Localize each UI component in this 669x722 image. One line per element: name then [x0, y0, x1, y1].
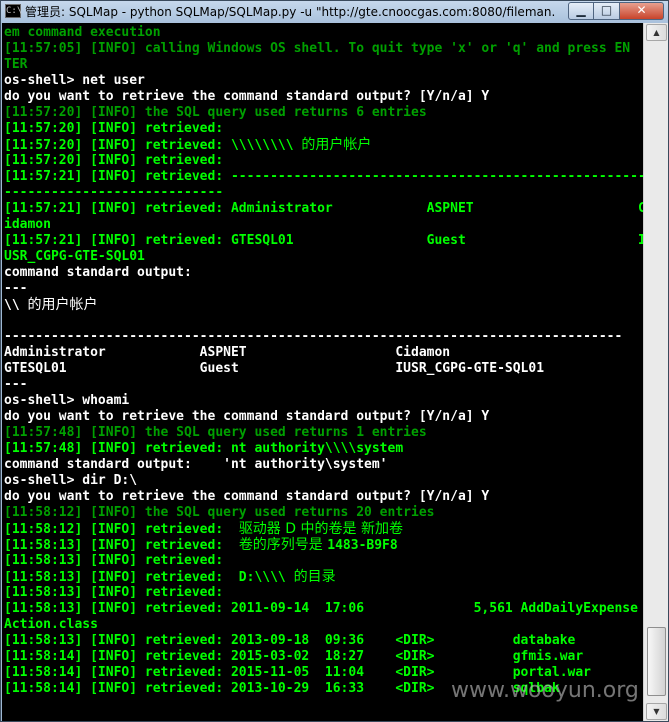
console-line-text: [11:58:13] [INFO] retrieved: [4, 553, 224, 568]
console-line: --- [4, 281, 27, 297]
console-line-text: \\ [4, 298, 28, 313]
console-line-text: USR_CGPG-GTE-SQL01 [4, 249, 145, 264]
console-line-text: idamon [4, 217, 51, 232]
scroll-down-arrow-icon[interactable]: ▼ [646, 703, 667, 720]
console-line: ---------------------------- [4, 185, 223, 201]
console-line: do you want to retrieve the command stan… [4, 409, 489, 425]
console-line: [11:58:14] [INFO] retrieved: 2015-03-02 … [4, 649, 583, 665]
console-line-text: [11:57:21] [INFO] retrieved: GTESQL01 Gu… [4, 233, 643, 248]
console-line-text: os-shell> net user [4, 73, 145, 88]
console-line-text: os-shell> whoami [4, 393, 130, 408]
console-line-tail: 1483-B9F8 [327, 538, 398, 553]
console-icon[interactable]: C:\ [5, 4, 22, 18]
console-line: [11:58:12] [INFO] retrieved: 驱动器 D 中的卷是 … [4, 521, 403, 537]
console-line-text: [11:57:20] [INFO] retrieved: \\\\\\\\ [4, 138, 302, 153]
console-line: --- [4, 377, 27, 393]
console-line-text: [11:57:48] [INFO] retrieved: nt authorit… [4, 441, 404, 456]
console-line: [11:57:20] [INFO] retrieved: [4, 153, 223, 169]
window-title: 管理员: SQLMap - python SQLMap/SQLMap.py -u… [25, 5, 555, 19]
console-line-text: [11:57:21] [INFO] retrieved: -----------… [4, 169, 643, 184]
console-line: [11:58:13] [INFO] retrieved: [4, 553, 223, 569]
console-line: [11:58:12] [INFO] the SQL query used ret… [4, 505, 434, 521]
console-line-text: [11:58:12] [INFO] the SQL query used ret… [4, 505, 435, 520]
console-line: [11:58:13] [INFO] retrieved: 2011-09-14 … [4, 601, 638, 617]
console-line: [11:58:13] [INFO] retrieved: [4, 585, 223, 601]
console-line-text: command standard output: 'nt authority\s… [4, 457, 388, 472]
console-line: \\ 的用户帐户 [4, 297, 97, 313]
console-line: [11:58:13] [INFO] retrieved: 卷的序列号是 1483… [4, 537, 398, 553]
console-line-text: [11:58:13] [INFO] retrieved: [4, 538, 239, 553]
console-line: [11:57:20] [INFO] retrieved: [4, 121, 223, 137]
console-line-cjk: 卷的序列号是 [238, 537, 328, 553]
console-line-text: [11:58:13] [INFO] retrieved: 2011-09-14 … [4, 601, 638, 616]
console-window: C:\ 管理员: SQLMap - python SQLMap/SQLMap.p… [0, 0, 669, 722]
console-line: USR_CGPG-GTE-SQL01 [4, 249, 145, 265]
console-line-text: em command execution [4, 25, 161, 40]
console-line-text: GTESQL01 Guest IUSR_CGPG-GTE-SQL01 [4, 361, 545, 376]
minimize-button[interactable]: ▁ [568, 2, 594, 20]
console-line-text: Administrator ASPNET Cidamon [4, 345, 451, 360]
console-line: os-shell> dir D:\ [4, 473, 137, 489]
console-line-text: [11:57:20] [INFO] the SQL query used ret… [4, 105, 427, 120]
vertical-scrollbar[interactable]: ▲ ▼ [643, 23, 668, 721]
console-line-text: ---------------------------- [4, 185, 224, 200]
console-line-text: command standard output: [4, 265, 192, 280]
console-line-cjk: 的目录 [293, 569, 336, 585]
console-line: [11:58:13] [INFO] retrieved: 2013-09-18 … [4, 633, 575, 649]
watermark: www.wooyun.org [451, 678, 639, 703]
console-line-cjk: 的用户帐户 [301, 137, 372, 153]
console-line: command standard output: [4, 265, 192, 281]
console-line: TER [4, 57, 27, 73]
console-line: [11:57:48] [INFO] the SQL query used ret… [4, 425, 427, 441]
console-line: [11:57:05] [INFO] calling Windows OS she… [4, 41, 630, 57]
console-line-text: Action.class [4, 617, 98, 632]
console-line: [11:57:21] [INFO] retrieved: GTESQL01 Gu… [4, 233, 643, 249]
maximize-button[interactable]: □ [594, 2, 620, 20]
console-line-text: [11:57:05] [INFO] calling Windows OS she… [4, 41, 631, 56]
console-output[interactable]: em command execution [11:57:05] [INFO] ca… [2, 23, 643, 721]
console-line: os-shell> whoami [4, 393, 129, 409]
console-line-text: [11:58:14] [INFO] retrieved: 2015-03-02 … [4, 649, 584, 664]
console-line: GTESQL01 Guest IUSR_CGPG-GTE-SQL01 [4, 361, 544, 377]
console-line-text: [11:57:21] [INFO] retrieved: Administrat… [4, 201, 643, 216]
console-line-text: [11:57:20] [INFO] retrieved: [4, 153, 224, 168]
console-line-text: [11:57:20] [INFO] retrieved: [4, 121, 224, 136]
console-line: os-shell> net user [4, 73, 145, 89]
console-line-text: [11:58:13] [INFO] retrieved: [4, 585, 224, 600]
console-line: ----------------------------------------… [4, 329, 622, 345]
console-line-text: do you want to retrieve the command stan… [4, 89, 490, 104]
console-line-text: [11:57:48] [INFO] the SQL query used ret… [4, 425, 427, 440]
console-line-text: [11:58:12] [INFO] retrieved: [4, 522, 239, 537]
scrollbar-thumb[interactable] [647, 627, 666, 696]
console-line-text: do you want to retrieve the command stan… [4, 409, 490, 424]
console-line: [11:57:21] [INFO] retrieved: Administrat… [4, 201, 643, 217]
close-button[interactable]: ✕ [620, 2, 664, 20]
console-line: [11:57:48] [INFO] retrieved: nt authorit… [4, 441, 403, 457]
console-line: [11:58:13] [INFO] retrieved: D:\\\\ 的目录 [4, 569, 336, 585]
console-line: Administrator ASPNET Cidamon [4, 345, 450, 361]
title-bar[interactable]: C:\ 管理员: SQLMap - python SQLMap/SQLMap.p… [1, 1, 668, 23]
console-line-text: os-shell> dir D:\ [4, 473, 138, 488]
console-line-text: ----------------------------------------… [4, 329, 623, 344]
console-line-text: [11:58:13] [INFO] retrieved: 2013-09-18 … [4, 633, 576, 648]
console-line: do you want to retrieve the command stan… [4, 89, 489, 105]
console-line: [11:57:20] [INFO] the SQL query used ret… [4, 105, 427, 121]
console-line: [11:57:21] [INFO] retrieved: -----------… [4, 169, 643, 185]
console-line: do you want to retrieve the command stan… [4, 489, 489, 505]
console-line: [11:57:20] [INFO] retrieved: \\\\\\\\ 的用… [4, 137, 371, 153]
console-line: idamon [4, 217, 51, 233]
console-line-cjk: 驱动器 D 中的卷是 新加卷 [238, 521, 403, 537]
scroll-up-arrow-icon[interactable]: ▲ [646, 24, 667, 41]
console-line-text: [11:58:13] [INFO] retrieved: D:\\\\ [4, 570, 294, 585]
console-line-text: TER [4, 57, 28, 72]
console-line-text: do you want to retrieve the command stan… [4, 489, 490, 504]
console-line-text: --- [4, 377, 28, 392]
console-line-text: --- [4, 281, 28, 296]
console-line: command standard output: 'nt authority\s… [4, 457, 388, 473]
console-line: Action.class [4, 617, 98, 633]
console-line-cjk: 的用户帐户 [27, 297, 98, 313]
console-line: em command execution [4, 25, 161, 41]
window-controls: ▁ □ ✕ [568, 2, 664, 20]
